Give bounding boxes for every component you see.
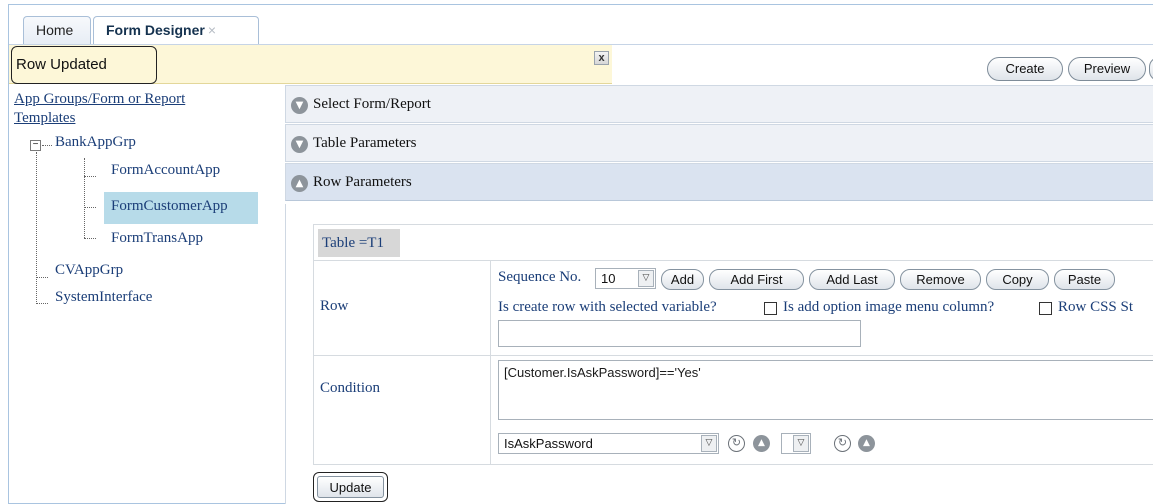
condition-textarea[interactable]: [Customer.IsAskPassword]=='Yes'	[498, 360, 1153, 420]
tab-form-designer[interactable]: Form Designer ×	[93, 16, 259, 44]
tree-connector	[36, 277, 48, 278]
tab-form-designer-label: Form Designer	[106, 22, 205, 38]
refresh-icon[interactable]: ↻	[834, 435, 851, 452]
condition-value: [Customer.IsAskPassword]=='Yes'	[504, 365, 701, 380]
add-first-button[interactable]: Add First	[709, 269, 804, 290]
create-row-checkbox[interactable]	[764, 302, 777, 315]
table-label: Table =T1	[318, 229, 400, 257]
preview-button[interactable]: Preview	[1068, 57, 1146, 81]
tab-home[interactable]: Home	[23, 16, 91, 44]
copy-button[interactable]: Copy	[986, 269, 1049, 290]
tree-node-systeminterface[interactable]: SystemInterface	[55, 289, 152, 306]
create-button[interactable]: Create	[987, 57, 1063, 81]
tree-connector	[84, 238, 96, 239]
accordion-label: Select Form/Report	[313, 96, 431, 112]
chevron-down-icon: ▽	[638, 270, 654, 287]
chevron-up-icon: ▲	[291, 175, 308, 192]
tree-connector	[84, 207, 96, 208]
divider	[314, 260, 1153, 261]
chevron-up-icon[interactable]: ▲	[753, 435, 770, 452]
collapse-icon[interactable]: −	[30, 140, 41, 151]
close-message-icon[interactable]: x	[594, 51, 609, 65]
sequence-label: Sequence No.	[498, 269, 582, 285]
close-tab-icon[interactable]: ×	[208, 22, 216, 38]
accordion-label: Row Parameters	[313, 174, 412, 190]
update-button-wrapper: Update	[313, 472, 388, 502]
tree-connector	[84, 158, 85, 238]
add-button[interactable]: Add	[661, 269, 704, 290]
tree-node-formaccountapp[interactable]: FormAccountApp	[111, 162, 220, 179]
accordion-row-parameters[interactable]: ▲ Row Parameters	[285, 163, 1153, 201]
row-css-input[interactable]	[498, 320, 861, 347]
create-row-option-label: Is create row with selected variable?	[498, 299, 717, 315]
add-option-menu-label: Is add option image menu column?	[783, 299, 995, 315]
add-option-menu-checkbox[interactable]	[1039, 302, 1052, 315]
chevron-down-icon: ▼	[291, 97, 308, 114]
tree-title[interactable]: App Groups/Form or Report Templates	[14, 90, 244, 128]
status-message: Row Updated	[11, 46, 157, 84]
update-button[interactable]: Update	[317, 476, 384, 498]
secondary-select[interactable]: ▽	[781, 433, 811, 454]
row-label: Row	[320, 298, 349, 314]
chevron-down-icon: ▽	[701, 435, 717, 452]
tab-home-label: Home	[36, 22, 74, 38]
chevron-down-icon: ▼	[291, 136, 308, 153]
chevron-down-icon: ▽	[793, 435, 809, 452]
tree-connector	[36, 303, 48, 304]
tree-node-formcustomerapp[interactable]: FormCustomerApp	[111, 198, 228, 215]
accordion-label: Table Parameters	[313, 135, 417, 151]
sequence-select[interactable]: 10 ▽	[595, 268, 656, 289]
paste-button[interactable]: Paste	[1054, 269, 1115, 290]
divider	[490, 261, 491, 465]
add-last-button[interactable]: Add Last	[809, 269, 895, 290]
tree-connector	[36, 152, 37, 302]
tree-title-link[interactable]: App Groups/Form or Report Templates	[14, 91, 185, 126]
refresh-icon[interactable]: ↻	[728, 435, 745, 452]
tree-connector	[42, 145, 52, 146]
row-css-style-label: Row CSS St	[1058, 299, 1134, 315]
divider	[314, 355, 1153, 356]
remove-button[interactable]: Remove	[900, 269, 981, 290]
tree-node-formtransapp[interactable]: FormTransApp	[111, 230, 203, 247]
accordion-table-parameters[interactable]: ▼ Table Parameters	[285, 124, 1153, 162]
tree-connector	[84, 176, 96, 177]
tree-node-cvappgrp[interactable]: CVAppGrp	[55, 262, 123, 279]
sequence-value: 10	[601, 271, 616, 286]
variable-select[interactable]: IsAskPassword ▽	[498, 433, 719, 454]
chevron-up-icon[interactable]: ▲	[858, 435, 875, 452]
variable-value: IsAskPassword	[504, 436, 593, 451]
tree-node-bankappgrp[interactable]: BankAppGrp	[55, 134, 136, 151]
condition-label: Condition	[320, 380, 381, 396]
accordion-select-form-report[interactable]: ▼ Select Form/Report	[285, 85, 1153, 123]
